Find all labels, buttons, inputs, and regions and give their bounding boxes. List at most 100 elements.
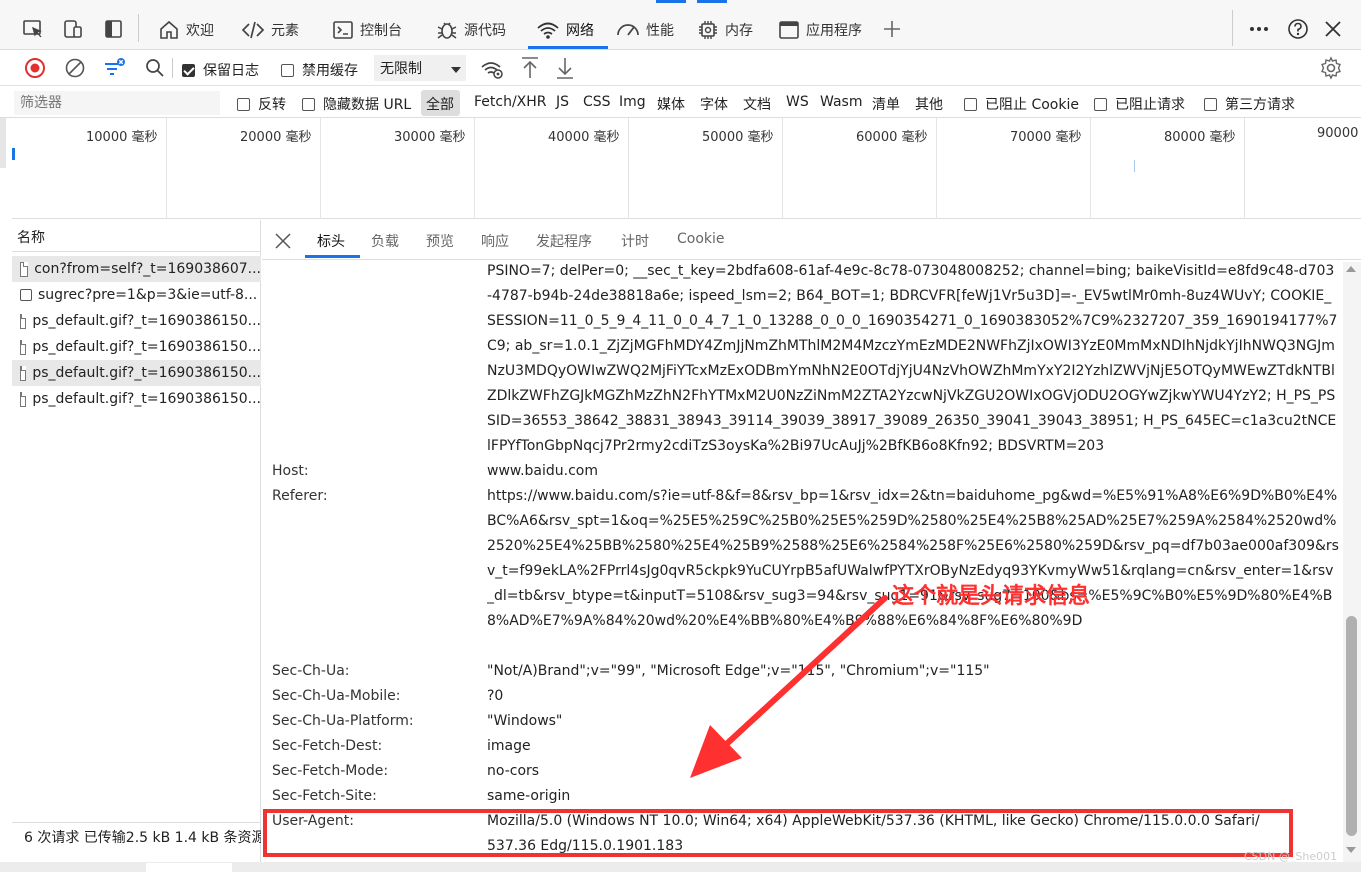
tick-label: 80000 毫秒 (1164, 130, 1236, 145)
tab-network[interactable]: 网络 (536, 12, 594, 48)
blocked-cookies-label: 已阻止 Cookie (985, 97, 1079, 113)
tick-label: 40000 毫秒 (548, 130, 620, 145)
inspect-icon[interactable] (22, 18, 44, 40)
scrollbar-thumb[interactable] (1346, 616, 1357, 836)
disable-cache-checkbox[interactable]: 禁用缓存 (281, 60, 358, 80)
search-icon[interactable] (144, 57, 166, 79)
filter-icon[interactable] (103, 56, 127, 80)
request-row[interactable]: ps_default.gif?_t=1690386150... (12, 308, 261, 334)
file-icon (20, 339, 27, 355)
scroll-up-icon[interactable] (1345, 264, 1357, 274)
checkbox[interactable] (1204, 97, 1217, 111)
tab-console[interactable]: 控制台 (332, 12, 402, 48)
close-details-icon[interactable] (273, 231, 293, 251)
add-tab-icon[interactable] (882, 19, 902, 39)
dropdown-arrow-icon (450, 63, 462, 79)
help-icon[interactable] (1287, 18, 1309, 40)
record-icon[interactable] (24, 57, 46, 79)
type-filter-img[interactable]: Img (619, 94, 646, 110)
third-party-label: 第三方请求 (1225, 97, 1295, 113)
type-filter-wasm[interactable]: Wasm (820, 94, 862, 110)
file-icon (20, 365, 27, 381)
name-column-header[interactable]: 名称 (12, 226, 261, 252)
type-filter-js[interactable]: JS (556, 94, 569, 110)
type-filter-doc[interactable]: 文档 (743, 94, 771, 114)
checkbox[interactable] (281, 63, 294, 77)
request-row[interactable]: ps_default.gif?_t=1690386150... (12, 334, 261, 360)
checkbox[interactable] (182, 63, 195, 77)
active-detail-tab-indicator (305, 255, 360, 258)
timeline-overview[interactable] (12, 118, 1361, 219)
file-icon (20, 391, 27, 407)
grid-line (474, 118, 475, 219)
type-filter-css[interactable]: CSS (583, 94, 611, 110)
checkbox[interactable] (237, 97, 250, 111)
close-icon[interactable] (1323, 19, 1343, 39)
third-party-checkbox[interactable]: 第三方请求 (1204, 94, 1295, 114)
checkbox[interactable] (1094, 97, 1107, 111)
type-filter-font[interactable]: 字体 (700, 94, 728, 114)
timeline-request-bar (1134, 160, 1135, 172)
filter-input[interactable] (14, 91, 220, 115)
tab-response[interactable]: 响应 (481, 231, 509, 251)
preserve-log-checkbox[interactable]: 保留日志 (182, 60, 259, 80)
request-name: ps_default.gif?_t=1690386150... (32, 391, 261, 407)
tick-label: 20000 毫秒 (240, 130, 312, 145)
tab-label: 控制台 (360, 23, 402, 39)
clear-icon[interactable] (64, 57, 86, 79)
tab-cookies[interactable]: Cookie (677, 231, 725, 247)
type-filter-other[interactable]: 其他 (915, 94, 943, 114)
request-row[interactable]: con?from=self?_t=169038607... (12, 256, 261, 282)
tab-welcome[interactable]: 欢迎 (158, 12, 214, 48)
export-har-icon[interactable] (554, 56, 576, 80)
tab-elements[interactable]: 元素 (241, 12, 299, 48)
header-key: Sec-Ch-Ua-Platform: (272, 713, 414, 729)
type-filter-manifest[interactable]: 清单 (872, 94, 900, 114)
invert-checkbox[interactable]: 反转 (237, 94, 286, 114)
hide-data-urls-label: 隐藏数据 URL (323, 97, 412, 113)
tab-sources[interactable]: 源代码 (436, 12, 506, 48)
blocked-requests-checkbox[interactable]: 已阻止请求 (1094, 94, 1185, 114)
throttle-select[interactable]: 无限制 (374, 55, 466, 81)
annotation-arrow (690, 595, 888, 778)
scroll-down-icon[interactable] (1345, 845, 1357, 855)
type-filter-ws[interactable]: WS (786, 94, 809, 110)
device-emulation-icon[interactable] (62, 18, 84, 40)
request-row[interactable]: ps_default.gif?_t=1690386150... (12, 386, 261, 412)
tab-memory[interactable]: 内存 (697, 12, 753, 48)
sidebar-toggle-icon[interactable] (104, 18, 124, 40)
network-conditions-icon[interactable] (480, 58, 504, 80)
import-har-icon[interactable] (519, 56, 541, 80)
tick-label: 90000 (1317, 126, 1359, 141)
tick-label: 70000 毫秒 (1010, 130, 1082, 145)
tab-performance[interactable]: 性能 (616, 12, 674, 48)
divider (172, 58, 173, 78)
tab-initiator[interactable]: 发起程序 (536, 231, 592, 251)
tab-payload[interactable]: 负载 (371, 231, 399, 251)
header-value: ?0 (487, 688, 504, 704)
settings-gear-icon[interactable] (1319, 56, 1343, 80)
divider (1232, 10, 1233, 46)
blocked-cookies-checkbox[interactable]: 已阻止 Cookie (964, 94, 1079, 114)
grid-line (1090, 118, 1091, 219)
tab-preview[interactable]: 预览 (426, 231, 454, 251)
tab-application[interactable]: 应用程序 (778, 12, 862, 48)
header-value: no-cors (487, 763, 540, 779)
type-filter-fetch-xhr[interactable]: Fetch/XHR (474, 94, 547, 110)
accent-strip (656, 0, 686, 3)
tab-label: 欢迎 (186, 23, 214, 39)
request-row[interactable]: sugrec?pre=1&p=3&ie=utf-8... (12, 282, 261, 308)
request-row[interactable]: ps_default.gif?_t=1690386150... (12, 360, 261, 386)
more-options-icon[interactable] (1248, 19, 1270, 39)
disable-cache-label: 禁用缓存 (302, 63, 358, 79)
checkbox[interactable] (964, 97, 977, 111)
header-value: www.baidu.com (487, 463, 598, 479)
hide-data-urls-checkbox[interactable]: 隐藏数据 URL (302, 94, 411, 114)
checkbox[interactable] (302, 97, 315, 111)
wifi-icon (536, 19, 560, 41)
type-filter-media[interactable]: 媒体 (657, 94, 685, 114)
tab-headers[interactable]: 标头 (317, 231, 345, 251)
type-filter-all[interactable]: 全部 (426, 94, 454, 114)
tab-timing[interactable]: 计时 (621, 231, 649, 251)
header-value: image (487, 738, 531, 754)
